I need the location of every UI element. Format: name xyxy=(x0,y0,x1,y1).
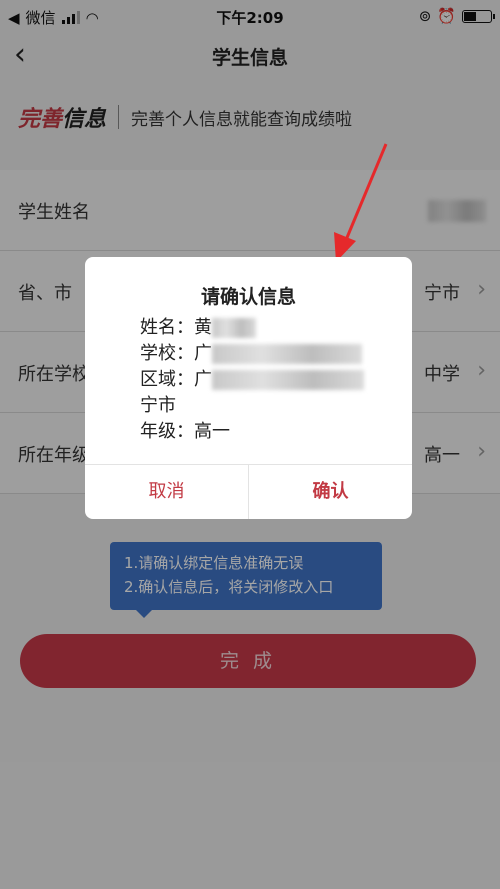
dialog-grade-line: 年级：高一 xyxy=(140,421,230,442)
confirm-button[interactable]: 确认 xyxy=(249,465,412,519)
dialog-region-cont: 宁市 xyxy=(140,395,176,416)
cancel-button[interactable]: 取消 xyxy=(85,465,249,519)
dialog-school-line: 学校：广 xyxy=(140,341,364,367)
dialog-region-line: 区域：广 xyxy=(140,367,364,393)
dialog-title: 请确认信息 xyxy=(200,286,296,308)
confirm-dialog: 请确认信息 姓名：黄 学校：广 区域：广 宁市 年级：高一 取消 确认 xyxy=(85,257,412,519)
dialog-name-line: 姓名：黄 xyxy=(140,315,364,341)
redacted-value xyxy=(212,370,364,390)
redacted-value xyxy=(212,318,256,338)
dialog-body: 姓名：黄 学校：广 区域：广 宁市 年级：高一 xyxy=(140,315,364,445)
redacted-value xyxy=(212,344,362,364)
dialog-buttons: 取消 确认 xyxy=(85,464,412,519)
